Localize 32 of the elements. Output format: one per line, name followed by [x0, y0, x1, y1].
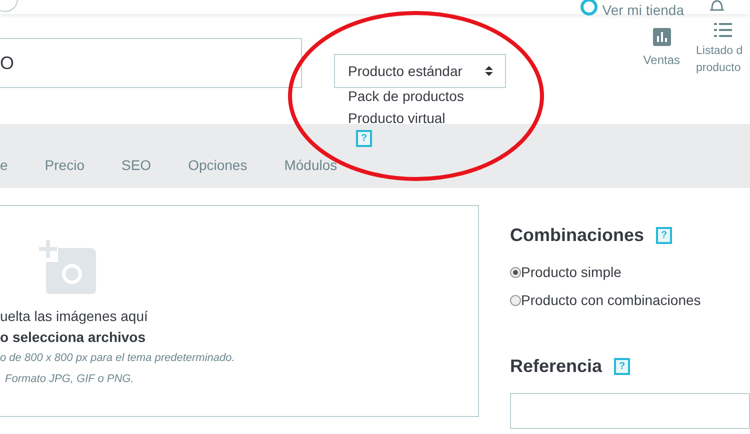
tab[interactable]: e: [0, 152, 8, 180]
tab[interactable]: Módulos: [284, 152, 338, 180]
radio-option[interactable]: Producto simple: [510, 258, 622, 286]
help-icon[interactable]: ?: [614, 358, 630, 375]
section-title: Referencia: [510, 356, 602, 377]
select-files-link[interactable]: o selecciona archivos: [0, 327, 146, 348]
action-label[interactable]: producto: [696, 60, 741, 77]
select-option[interactable]: Producto virtual: [348, 107, 446, 129]
product-type-select[interactable]: Producto estándar: [334, 54, 506, 88]
select-option[interactable]: Pack de productos: [348, 85, 464, 107]
tab[interactable]: SEO: [121, 152, 152, 180]
add-photo-icon: [38, 240, 98, 294]
section-title: Combinaciones: [510, 225, 644, 246]
shop-link[interactable]: Ver mi tienda: [602, 2, 684, 18]
reference-field[interactable]: [510, 393, 750, 429]
dropzone-text: o de 800 x 800 px para el tema predeterminado.: [0, 351, 235, 366]
dropzone-text: uelta las imágenes aquí: [0, 307, 148, 326]
product-name-field[interactable]: O: [0, 38, 302, 88]
eye-icon: [580, 0, 598, 16]
radio-option[interactable]: Producto con combinaciones: [510, 286, 701, 314]
dropzone-text: Formato JPG, GIF o PNG.: [5, 372, 134, 387]
help-icon[interactable]: ?: [656, 227, 672, 244]
list-icon[interactable]: [714, 23, 732, 37]
action-label[interactable]: Ventas: [643, 52, 680, 69]
bar-chart-icon[interactable]: [652, 28, 671, 46]
help-icon[interactable]: ?: [356, 130, 372, 147]
tab[interactable]: Opciones: [188, 152, 248, 180]
image-dropzone[interactable]: uelta las imágenes aquí o selecciona archivos o de 800 x 800 px para el tema predeterminado. Formato JPG, GIF o PNG.: [0, 205, 479, 417]
bell-icon[interactable]: [710, 0, 724, 14]
sort-caret-icon: [485, 65, 493, 77]
action-label[interactable]: Listado d: [696, 43, 743, 60]
tab[interactable]: Precio: [44, 152, 84, 180]
